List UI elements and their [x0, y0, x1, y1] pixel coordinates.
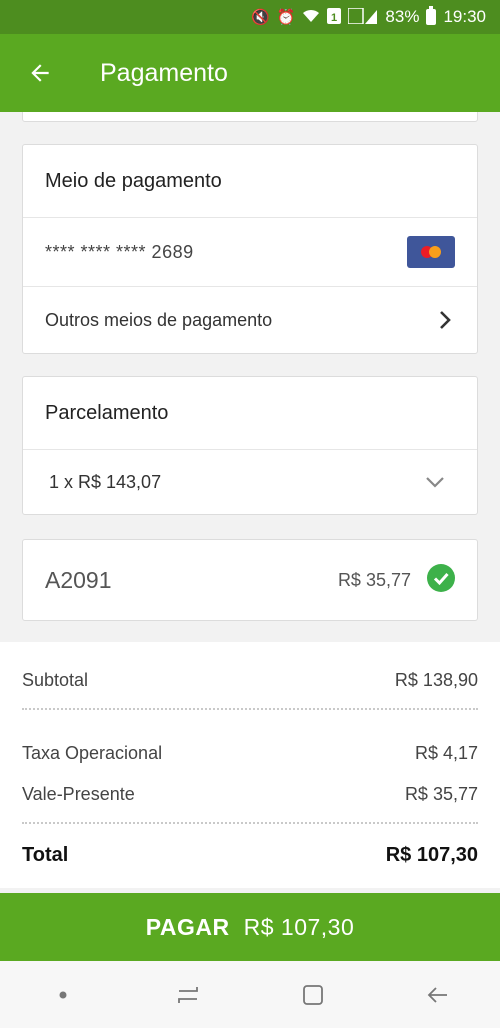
check-circle-icon [427, 563, 455, 597]
voucher-amount: R$ 35,77 [337, 569, 411, 590]
installments-select[interactable]: 1 x R$ 143,07 [23, 450, 477, 514]
pay-button[interactable]: PAGAR R$ 107,30 [0, 893, 500, 961]
wifi-icon [302, 9, 320, 26]
installments-header: Parcelamento [23, 377, 477, 450]
nav-dot-button[interactable] [33, 975, 93, 1015]
mute-icon: 🔇 [251, 8, 270, 26]
payment-method-header: Meio de pagamento [23, 145, 477, 218]
back-button[interactable] [0, 34, 80, 112]
back-nav-button[interactable] [408, 975, 468, 1015]
previous-card [22, 112, 478, 122]
recents-icon [177, 986, 198, 1003]
system-nav-bar [0, 961, 500, 1028]
recents-button[interactable] [158, 975, 218, 1015]
gift-label: Vale-Presente [22, 784, 135, 804]
pay-amount: R$ 107,30 [243, 913, 355, 940]
chevron-down-icon [425, 472, 445, 492]
order-summary: Subtotal R$ 138,90 Taxa Operacional R$ 4… [0, 642, 500, 888]
arrow-back-icon [31, 64, 49, 82]
fee-row: Taxa Operacional R$ 4,17 [22, 743, 478, 764]
installments-value: 1 x R$ 143,07 [49, 471, 162, 492]
subtotal-label: Subtotal [22, 670, 89, 690]
fee-label: Taxa Operacional [22, 743, 163, 763]
total-value: R$ 107,30 [385, 844, 478, 866]
divider [22, 822, 478, 824]
app-bar: Pagamento [0, 34, 500, 112]
clock: 19:30 [443, 7, 486, 26]
saved-card-row[interactable]: **** **** **** 2689 [23, 218, 477, 287]
voucher-code: A2091 [45, 566, 112, 593]
other-methods-label: Outros meios de pagamento [45, 309, 273, 330]
card-number: **** **** **** 2689 [45, 241, 194, 262]
dot-icon [59, 991, 66, 998]
installments-card: Parcelamento 1 x R$ 143,07 [22, 376, 478, 515]
alarm-icon: ⏰ [276, 8, 296, 26]
fee-value: R$ 4,17 [414, 743, 478, 763]
gift-row: Vale-Presente R$ 35,77 [22, 784, 478, 805]
chevron-right-icon [435, 310, 455, 330]
svg-text:1: 1 [331, 12, 337, 24]
battery-icon [426, 6, 437, 25]
page-title: Pagamento [100, 58, 228, 87]
back-icon [427, 986, 447, 1003]
pay-label: PAGAR [145, 913, 230, 940]
subtotal-value: R$ 138,90 [394, 670, 478, 690]
total-row: Total R$ 107,30 [22, 844, 478, 867]
other-methods-row[interactable]: Outros meios de pagamento [23, 287, 477, 353]
sim-icon: 1 [327, 7, 342, 27]
signal-icon [347, 6, 378, 27]
voucher-card[interactable]: A2091 R$ 35,77 [22, 539, 478, 621]
mastercard-icon [407, 236, 455, 268]
total-label: Total [22, 844, 69, 866]
battery-percent: 83% [385, 7, 420, 26]
subtotal-row: Subtotal R$ 138,90 [22, 670, 478, 691]
content-scroll[interactable]: Meio de pagamento **** **** **** 2689 Ou… [0, 112, 500, 642]
payment-method-card: Meio de pagamento **** **** **** 2689 Ou… [22, 144, 478, 354]
divider [22, 708, 478, 710]
home-button[interactable] [283, 975, 343, 1015]
gift-value: R$ 35,77 [404, 784, 478, 804]
home-icon [302, 984, 323, 1005]
status-bar: 🔇 ⏰ 1 83% 19:30 [0, 0, 500, 34]
